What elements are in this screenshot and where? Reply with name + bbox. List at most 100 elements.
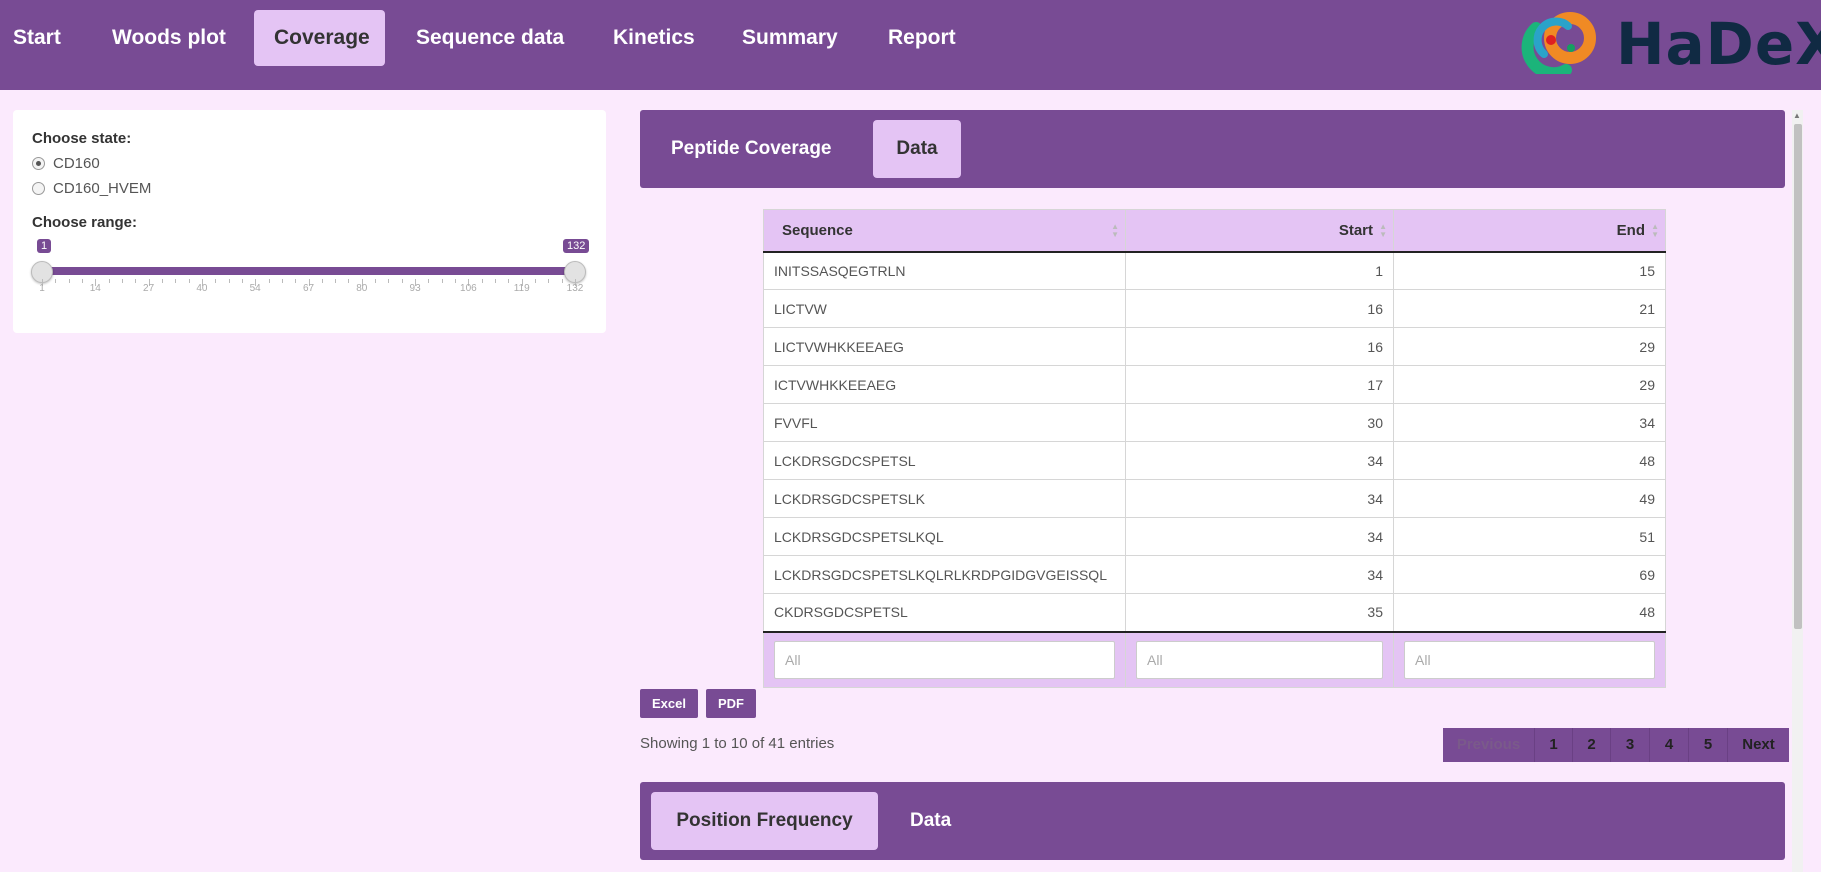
slider-tick (388, 279, 390, 283)
slider-tick (561, 279, 563, 283)
slider-tick (188, 279, 190, 283)
nav-tab-coverage[interactable]: Coverage (254, 10, 385, 66)
nav-tab-report[interactable]: Report (868, 10, 976, 66)
previous-page-button[interactable]: Previous (1443, 728, 1534, 762)
page-button-2[interactable]: 2 (1572, 728, 1610, 762)
table-row[interactable]: ICTVWHKKEEAEG 17 29 (763, 365, 1666, 404)
state-radio-cd160-hvem[interactable]: CD160_HVEM (32, 180, 151, 197)
choose-state-label: Choose state: (32, 130, 132, 147)
slider-tick (161, 279, 163, 283)
scroll-up-arrow-icon[interactable]: ▲ (1793, 111, 1801, 120)
table-row[interactable]: LCKDRSGDCSPETSLKQLRLKRDPGIDGVGEISSQL 34 69 (763, 555, 1666, 594)
sequence-cell: LICTVWHKKEEAEG (763, 327, 1126, 366)
hadex-logo-icon (1521, 12, 1596, 80)
range-slider[interactable]: 1 132 1 14 27 40 54 67 80 93 106 119 132 (29, 236, 590, 306)
slider-tick-label: 40 (196, 283, 208, 294)
tab-position-frequency[interactable]: Position Frequency (651, 792, 878, 850)
column-header-end[interactable]: End ▲ ▼ (1393, 209, 1666, 253)
slider-tick-label: 14 (89, 283, 101, 294)
start-cell: 34 (1125, 555, 1394, 594)
slider-track[interactable] (42, 267, 575, 275)
slider-tick (335, 279, 337, 283)
end-cell: 69 (1393, 555, 1666, 594)
start-cell: 17 (1125, 365, 1394, 404)
page-button-1[interactable]: 1 (1534, 728, 1572, 762)
sequence-cell: LICTVW (763, 289, 1126, 328)
nav-tab-kinetics[interactable]: Kinetics (593, 10, 715, 66)
next-page-button[interactable]: Next (1727, 728, 1789, 762)
excel-export-button[interactable]: Excel (640, 689, 698, 718)
table-row[interactable]: LCKDRSGDCSPETSLKQL 34 51 (763, 517, 1666, 556)
nav-tab-start[interactable]: Start (0, 10, 81, 66)
state-option-label: CD160 (53, 155, 100, 172)
end-cell: 48 (1393, 593, 1666, 632)
column-header-start[interactable]: Start ▲ ▼ (1125, 209, 1394, 253)
slider-tick (455, 279, 457, 283)
slider-tick (548, 279, 550, 283)
tab-peptide-coverage[interactable]: Peptide Coverage (651, 120, 852, 178)
start-cell: 35 (1125, 593, 1394, 632)
start-cell: 30 (1125, 403, 1394, 442)
filter-input-end[interactable] (1404, 640, 1655, 679)
column-header-sequence[interactable]: Sequence ▲ ▼ (763, 209, 1126, 253)
filter-input-sequence[interactable] (774, 640, 1115, 679)
sequence-cell: ICTVWHKKEEAEG (763, 365, 1126, 404)
pdf-export-button[interactable]: PDF (706, 689, 756, 718)
slider-tick (81, 279, 83, 283)
slider-tick (215, 279, 217, 283)
filter-input-start[interactable] (1136, 640, 1383, 679)
state-radio-cd160[interactable]: CD160 (32, 155, 100, 172)
table-row[interactable]: LICTVW 16 21 (763, 289, 1666, 328)
page-button-4[interactable]: 4 (1649, 728, 1688, 762)
end-cell: 34 (1393, 403, 1666, 442)
start-cell: 16 (1125, 289, 1394, 328)
slider-tick (55, 279, 57, 283)
end-cell: 51 (1393, 517, 1666, 556)
pagination: Previous 1 2 3 4 5 Next (1443, 728, 1789, 762)
slider-tick (135, 279, 137, 283)
table-row[interactable]: LCKDRSGDCSPETSL 34 48 (763, 441, 1666, 480)
end-cell: 29 (1393, 365, 1666, 404)
sequence-cell: INITSSASQEGTRLN (763, 251, 1126, 290)
column-header-label: Start (1338, 221, 1373, 239)
nav-tab-woods-plot[interactable]: Woods plot (92, 10, 246, 66)
nav-tab-summary[interactable]: Summary (722, 10, 858, 66)
slider-tick (428, 279, 430, 283)
page-scrollbar[interactable]: ▲ (1792, 110, 1803, 872)
end-cell: 29 (1393, 327, 1666, 366)
sequence-cell: LCKDRSGDCSPETSLKQLRLKRDPGIDGVGEISSQL (763, 555, 1126, 594)
slider-tick-label: 27 (143, 283, 155, 294)
sequence-cell: LCKDRSGDCSPETSLK (763, 479, 1126, 518)
state-option-label: CD160_HVEM (53, 180, 152, 197)
table-row[interactable]: LCKDRSGDCSPETSLK 34 49 (763, 479, 1666, 518)
scrollbar-thumb[interactable] (1794, 124, 1802, 629)
slider-tick-label: 106 (460, 283, 477, 294)
table-row[interactable]: FVVFL 30 34 (763, 403, 1666, 442)
table-row[interactable]: CKDRSGDCSPETSL 35 48 (763, 593, 1666, 632)
radio-button-checked[interactable] (32, 157, 45, 170)
radio-button[interactable] (32, 182, 45, 195)
filter-cell (1393, 630, 1666, 688)
tab-frequency-data[interactable]: Data (890, 792, 971, 850)
slider-tick (121, 279, 123, 283)
slider-tick (228, 279, 230, 283)
page-button-5[interactable]: 5 (1688, 728, 1727, 762)
slider-tick (508, 279, 510, 283)
nav-tab-sequence-data[interactable]: Sequence data (396, 10, 584, 66)
slider-tick-label: 1 (39, 283, 45, 294)
coverage-tabset: Peptide Coverage Data (640, 110, 1785, 188)
slider-tick-label: 67 (302, 283, 315, 294)
sequence-cell: LCKDRSGDCSPETSLKQL (763, 517, 1126, 556)
slider-tick-label: 119 (513, 283, 530, 294)
start-cell: 34 (1125, 441, 1394, 480)
tab-coverage-data[interactable]: Data (873, 120, 961, 178)
slider-tick (375, 279, 377, 283)
page-button-3[interactable]: 3 (1610, 728, 1649, 762)
table-row[interactable]: LICTVWHKKEEAEG 16 29 (763, 327, 1666, 366)
sort-icon: ▲ ▼ (1111, 222, 1119, 239)
end-cell: 21 (1393, 289, 1666, 328)
sort-icon: ▲ ▼ (1651, 222, 1659, 239)
end-cell: 48 (1393, 441, 1666, 480)
table-row[interactable]: INITSSASQEGTRLN 1 15 (763, 251, 1666, 290)
hadex-logo: HaDeX (1516, 8, 1821, 80)
